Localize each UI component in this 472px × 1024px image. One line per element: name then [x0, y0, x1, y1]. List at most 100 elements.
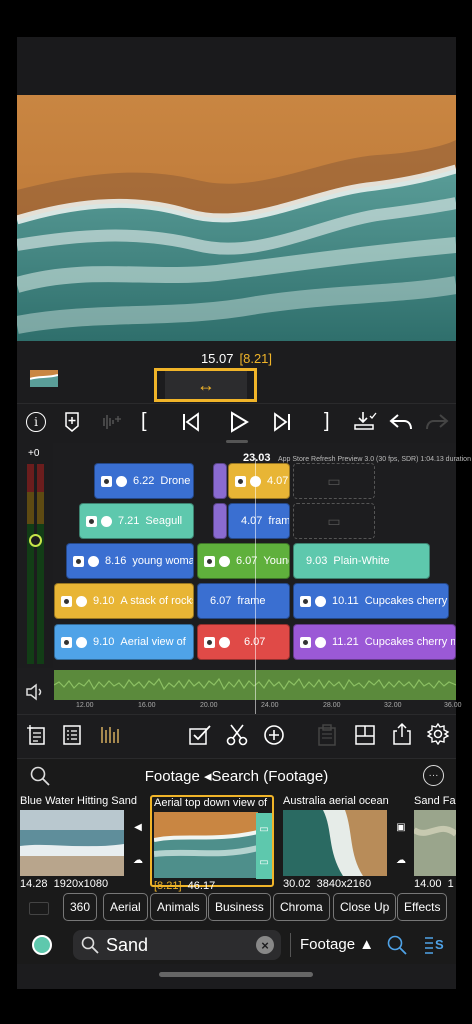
settings-button[interactable]	[426, 722, 450, 746]
project-description: App Store Refresh Preview 3.0 (30 fps, S…	[277, 456, 471, 463]
palette-icon	[315, 636, 326, 648]
tag-effects[interactable]: Effects	[397, 893, 448, 921]
audio-icon: ◀︎	[134, 822, 142, 833]
footage-thumbnail	[154, 812, 258, 878]
play-button[interactable]	[229, 411, 249, 433]
marker-button[interactable]	[64, 412, 80, 432]
split-button[interactable]	[226, 723, 248, 747]
clear-search-button[interactable]: ×	[256, 936, 274, 954]
video-viewer[interactable]	[17, 95, 456, 341]
sort-icon: S	[425, 937, 444, 954]
insert-button[interactable]	[353, 411, 377, 433]
list-view-button[interactable]	[62, 724, 82, 746]
timeline-clip[interactable]	[213, 503, 227, 539]
empty-clip-slot[interactable]: ▭	[293, 463, 375, 499]
tag-filter-icon[interactable]	[29, 902, 49, 915]
add-button[interactable]	[263, 724, 285, 746]
resize-arrows-icon: ↔	[197, 374, 215, 395]
tag-close-up[interactable]: Close Up	[333, 893, 397, 921]
color-filter-button[interactable]	[32, 935, 52, 955]
search-mode-button[interactable]	[387, 935, 407, 955]
slot-icon: ▭	[327, 472, 341, 489]
info-button[interactable]: i	[26, 412, 46, 432]
footage-type-select[interactable]: Footage ▲	[300, 936, 374, 953]
footage-title: Australia aerial ocean	[283, 795, 389, 807]
timeline-clip[interactable]: 9.10 A stack of rocks	[54, 583, 194, 619]
playhead[interactable]	[255, 458, 256, 714]
browser-title[interactable]: Footage ◂Search (Footage)	[17, 767, 456, 785]
footage-card-selected[interactable]: Aerial top down view of [8.21] 46.17 ▭ ▭	[150, 795, 274, 892]
footage-resolution: 1920x1080	[53, 878, 109, 890]
video-icon	[86, 515, 97, 527]
footage-card[interactable]: Australia aerial ocean 30.02 3840x2160 ▣…	[283, 795, 409, 890]
clip-duration: 7.21	[118, 515, 140, 527]
clip-label: frame	[237, 595, 266, 607]
timeline-clip[interactable]: 11.21 Cupcakes cherry muffins	[293, 624, 456, 660]
clip-label: young woman	[132, 555, 193, 567]
clip-label: Plain-White	[333, 555, 390, 567]
skip-back-icon	[183, 412, 199, 432]
sort-button[interactable]: S	[423, 934, 445, 956]
skip-forward-button[interactable]	[272, 412, 292, 432]
tag-aerial[interactable]: Aerial	[103, 893, 148, 921]
timeline-clip[interactable]	[213, 463, 227, 499]
timeline-clip[interactable]: 4.07 frame	[228, 503, 290, 539]
timeline-clip[interactable]: 8.16 young woman	[66, 543, 194, 579]
timeline-clip[interactable]: 4.07	[228, 463, 290, 499]
search-field[interactable]	[73, 930, 281, 960]
timeline-clip[interactable]: 7.21 Seagull	[79, 503, 194, 539]
trim-left-handle[interactable]	[154, 368, 165, 402]
clip-duration: 6.07	[210, 595, 232, 607]
timeline-clip[interactable]: 10.11 Cupcakes cherry	[293, 583, 449, 619]
volume-knob[interactable]	[29, 534, 42, 547]
empty-clip-slot[interactable]: ▭	[293, 503, 375, 539]
skip-back-button[interactable]	[181, 412, 201, 432]
more-button[interactable]: ···	[423, 765, 444, 786]
add-track-button[interactable]	[27, 724, 47, 746]
out-point-button[interactable]: ]	[324, 410, 330, 433]
play-icon	[231, 411, 249, 433]
lanes-icon	[101, 727, 119, 743]
undo-button[interactable]	[388, 412, 414, 432]
insert-down-icon	[354, 412, 377, 430]
selection-duration: [8.21]	[239, 351, 273, 366]
trim-right-handle[interactable]	[246, 368, 257, 402]
in-point-button[interactable]: [	[141, 410, 147, 433]
list-icon	[63, 725, 81, 745]
footage-card[interactable]: Blue Water Hitting Sand 14.28 1920x1080 …	[20, 795, 146, 890]
footage-thumbnail	[20, 810, 124, 876]
audio-waveform-button[interactable]	[99, 412, 123, 432]
select-button[interactable]	[188, 724, 212, 746]
trim-range[interactable]: ↔	[165, 368, 247, 402]
footage-badges: ▣ ☁	[393, 811, 409, 877]
tag-360[interactable]: 360	[63, 893, 98, 921]
layout-button[interactable]	[354, 724, 376, 746]
timeline-clip[interactable]: 9.10 Aerial view of	[54, 624, 194, 660]
timeline-clip[interactable]: 6.07	[197, 624, 290, 660]
waveform-plus-icon	[103, 415, 121, 429]
browser-title-main: ◂Search (Footage)	[203, 768, 329, 785]
share-button[interactable]	[391, 722, 413, 746]
clip-duration: 6.22	[133, 475, 155, 487]
clip-label: Seagull	[145, 515, 183, 527]
redo-button[interactable]	[424, 412, 450, 432]
clipboard-icon	[318, 724, 336, 746]
speaker-icon[interactable]	[25, 682, 45, 702]
tag-animals[interactable]: Animals	[150, 893, 207, 921]
footage-card[interactable]: Sand Fa 14.00 1	[414, 795, 456, 887]
clip-mini-thumbnail[interactable]	[30, 370, 58, 387]
timeline-clip[interactable]: 9.03 Plain-White	[293, 543, 430, 579]
timeline-clip[interactable]: 6.22 Drone	[94, 463, 194, 499]
search-input[interactable]: Sand	[106, 935, 148, 956]
footage-thumbnail	[283, 810, 387, 876]
tag-business[interactable]: Business	[208, 893, 271, 921]
volume-meter-left	[27, 464, 34, 664]
clip-label: Cupcakes cherry	[364, 595, 448, 607]
timeline-clip[interactable]: 6.07 frame	[197, 583, 290, 619]
clip-label: Cupcakes cherry muffins	[364, 636, 455, 648]
audio-lanes-button[interactable]	[99, 724, 121, 746]
slot-icon: ▭	[327, 512, 341, 529]
clipboard-button[interactable]	[316, 724, 338, 746]
tag-chroma[interactable]: Chroma	[273, 893, 330, 921]
timeline-clip[interactable]: 6.07Young	[197, 543, 290, 579]
